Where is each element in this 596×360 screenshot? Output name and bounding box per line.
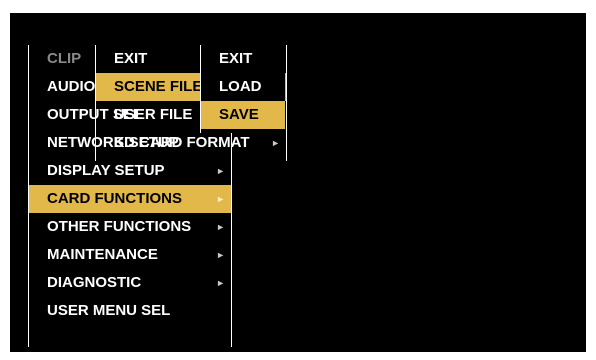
submenu-item-exit[interactable]: EXIT xyxy=(201,45,285,73)
right-arrow-icon: ► xyxy=(216,222,225,232)
menu-item-card-functions[interactable]: CARD FUNCTIONS ► xyxy=(29,185,231,213)
menu-item-other-functions[interactable]: OTHER FUNCTIONS ► xyxy=(29,213,231,241)
menu-item-label: USER MENU SEL xyxy=(47,302,171,319)
menu-item-label: CLIP xyxy=(47,50,82,67)
submenu-item-load[interactable]: LOAD xyxy=(201,73,285,101)
menu-item-label: EXIT xyxy=(219,50,253,67)
right-arrow-icon: ► xyxy=(271,138,280,148)
menu-item-label: CARD FUNCTIONS xyxy=(47,190,182,207)
menu-item-user-menu-sel[interactable]: USER MENU SEL xyxy=(29,297,231,325)
menu-item-label: SD CARD FORMAT xyxy=(114,134,250,151)
menu-item-label: EXIT xyxy=(114,50,148,67)
submenu-item-sd-card-format[interactable]: SD CARD FORMAT ► xyxy=(96,129,286,157)
scene-file-submenu: EXIT LOAD SAVE xyxy=(200,45,285,133)
menu-item-label: SCENE FILE xyxy=(114,78,203,95)
menu-item-display-setup[interactable]: DISPLAY SETUP ► xyxy=(29,157,231,185)
menu-screen: CLIP AUDIO SETUP OUTPUT SEL NETWORK SETU… xyxy=(10,13,586,352)
right-arrow-icon: ► xyxy=(216,278,225,288)
menu-item-label: MAINTENANCE xyxy=(47,246,158,263)
menu-item-maintenance[interactable]: MAINTENANCE ► xyxy=(29,241,231,269)
menu-item-diagnostic[interactable]: DIAGNOSTIC ► xyxy=(29,269,231,297)
right-arrow-icon: ► xyxy=(216,194,225,204)
menu-item-label: DIAGNOSTIC xyxy=(47,274,142,291)
right-arrow-icon: ► xyxy=(216,166,225,176)
menu-item-label: LOAD xyxy=(219,78,262,95)
menu-item-label: DISPLAY SETUP xyxy=(47,162,165,179)
menu-item-label: SAVE xyxy=(219,106,259,123)
right-arrow-icon: ► xyxy=(216,250,225,260)
menu-item-label: OTHER FUNCTIONS xyxy=(47,218,192,235)
submenu-item-save[interactable]: SAVE xyxy=(201,101,285,129)
menu-item-label: USER FILE xyxy=(114,106,193,123)
